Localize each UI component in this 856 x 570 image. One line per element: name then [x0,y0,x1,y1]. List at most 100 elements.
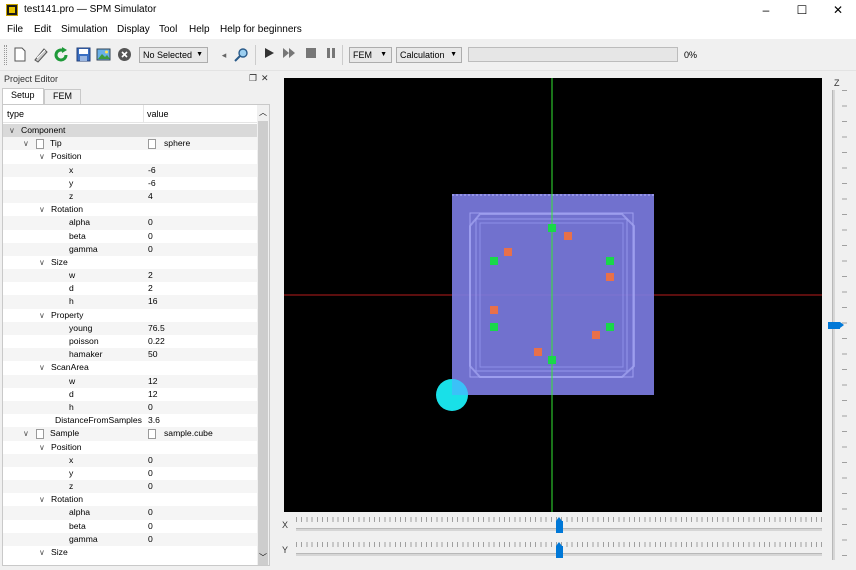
close-panel-icon[interactable]: ✕ [261,73,269,84]
new-file-icon[interactable] [12,47,28,63]
tree-row[interactable]: w2 [3,269,257,283]
tree-row[interactable]: z4 [3,189,257,204]
tree-item-value[interactable]: 0 [148,520,153,533]
tree-row[interactable]: alpha 0 [3,216,257,230]
scroll-up-icon[interactable]: ︿ [259,107,267,118]
fast-forward-icon[interactable] [281,47,297,63]
close-project-icon[interactable] [116,47,132,63]
tree-row[interactable]: ∨ Property [3,309,257,322]
tree-item-value[interactable]: 0 [148,243,153,256]
tree-row[interactable]: ∨ Position [3,441,257,454]
tree-item-value[interactable]: 0 [148,506,153,519]
tree-item-value[interactable]: 12 [148,375,158,388]
save-icon[interactable] [75,47,91,63]
tree-row[interactable]: beta 0 [3,520,257,533]
tree-item-value[interactable]: 76.5 [148,322,165,335]
reload-icon[interactable] [53,47,69,63]
tree-row[interactable]: h0 [3,400,257,415]
tree-item-value[interactable]: 12 [148,388,158,401]
tree-row[interactable]: ∨ Sample sample.cube [3,427,257,441]
tree-row[interactable]: ∨ Rotation [3,203,257,216]
tree-item-value[interactable]: 50 [148,348,158,361]
expand-chevron-icon[interactable]: ∨ [39,309,45,322]
tree-row[interactable]: y -6 [3,177,257,190]
column-header-type[interactable]: type [7,109,24,119]
expand-chevron-icon[interactable]: ∨ [23,427,29,440]
expand-chevron-icon[interactable]: ∨ [39,256,45,269]
tree-item-value[interactable]: 2 [148,282,153,295]
maximize-button[interactable]: ☐ [784,0,820,21]
tree-row[interactable]: ∨ Component [3,124,257,138]
expand-chevron-icon[interactable]: ∨ [39,150,45,163]
x-slider-thumb[interactable] [555,517,563,533]
tree-item-value[interactable]: sphere [164,137,190,150]
tree-row[interactable]: z0 [3,480,257,494]
tree-item-value[interactable]: sample.cube [164,427,213,440]
tab-setup[interactable]: Setup [2,88,44,104]
tree-item-value[interactable]: 0 [148,533,153,546]
stop-icon[interactable] [303,47,319,63]
calculation-dropdown[interactable]: Calculation ▼ [396,47,462,63]
tree-item-value[interactable]: 0 [148,467,153,480]
toolbar-grip[interactable] [4,45,7,65]
tree-row[interactable]: d2 [3,282,257,295]
pause-icon[interactable] [323,47,339,63]
tree-row[interactable]: gamma 0 [3,532,257,546]
tree-row[interactable]: gamma 0 [3,242,257,256]
tree-item-value[interactable]: 0.22 [148,335,165,348]
column-divider[interactable] [143,105,144,123]
open-file-icon[interactable] [33,47,49,63]
tree-row[interactable]: d 12 [3,388,257,401]
tree-row[interactable]: h 16 [3,295,257,309]
tree-item-value[interactable]: 0 [148,401,153,414]
tree-row[interactable]: ∨ ScanArea [3,361,257,374]
close-button[interactable]: ✕ [820,0,856,21]
menu-edit[interactable]: Edit [34,24,51,35]
mode-dropdown[interactable]: FEM ▼ [349,47,392,63]
tree-row[interactable]: DistanceFromSamples 3.6 [3,414,257,427]
scrollbar-thumb[interactable] [258,121,268,565]
expand-chevron-icon[interactable]: ∨ [39,493,45,506]
tree-item-value[interactable]: 0 [148,454,153,467]
play-icon[interactable] [261,47,277,63]
y-slider-thumb[interactable] [555,542,563,558]
tree-row[interactable]: ∨ Position [3,150,257,163]
tree-item-value[interactable]: -6 [148,164,156,177]
z-slider-thumb[interactable] [828,321,844,329]
tree-row[interactable]: alpha 0 [3,506,257,520]
scroll-down-icon[interactable]: ﹀ [259,552,267,563]
expand-chevron-icon[interactable]: ∨ [39,361,45,374]
tree-row[interactable]: ∨ Size [3,256,257,269]
tree-row[interactable]: w 12 [3,374,257,388]
tree-row[interactable]: ∨ Rotation [3,493,257,506]
column-header-value[interactable]: value [147,109,169,119]
tree-item-value[interactable]: 0 [148,230,153,243]
selection-dropdown[interactable]: No Selected ▼ [139,47,208,63]
tree-row[interactable]: x -6 [3,163,257,177]
tree-item-value[interactable]: -6 [148,177,156,190]
tree-row[interactable]: beta 0 [3,230,257,243]
float-panel-icon[interactable]: ❐ [249,73,257,84]
tree-row[interactable]: hamaker 50 [3,348,257,362]
menu-simulation[interactable]: Simulation [61,24,108,35]
x-position-slider[interactable] [296,514,822,536]
z-position-slider[interactable] [828,90,850,560]
expand-chevron-icon[interactable]: ∨ [39,546,45,559]
tree-row[interactable]: ∨ Tip sphere [3,137,257,151]
tree-row[interactable]: x0 [3,453,257,467]
expand-chevron-icon[interactable]: ∨ [39,441,45,454]
menu-help-for-beginners[interactable]: Help for beginners [220,24,302,35]
tree-row[interactable]: y0 [3,467,257,480]
tree-row[interactable]: poisson 0.22 [3,335,257,348]
tree-item-value[interactable]: 3.6 [148,414,160,427]
tab-fem[interactable]: FEM [44,89,81,104]
menu-file[interactable]: File [7,24,23,35]
menu-help[interactable]: Help [189,24,210,35]
y-position-slider[interactable] [296,539,822,561]
expand-chevron-icon[interactable]: ∨ [23,137,29,150]
image-export-icon[interactable] [95,47,111,63]
expand-chevron-icon[interactable]: ∨ [9,124,15,137]
tree-item-value[interactable]: 0 [148,480,153,493]
tree-row[interactable]: young 76.5 [3,321,257,335]
tree-item-value[interactable]: 2 [148,269,153,282]
